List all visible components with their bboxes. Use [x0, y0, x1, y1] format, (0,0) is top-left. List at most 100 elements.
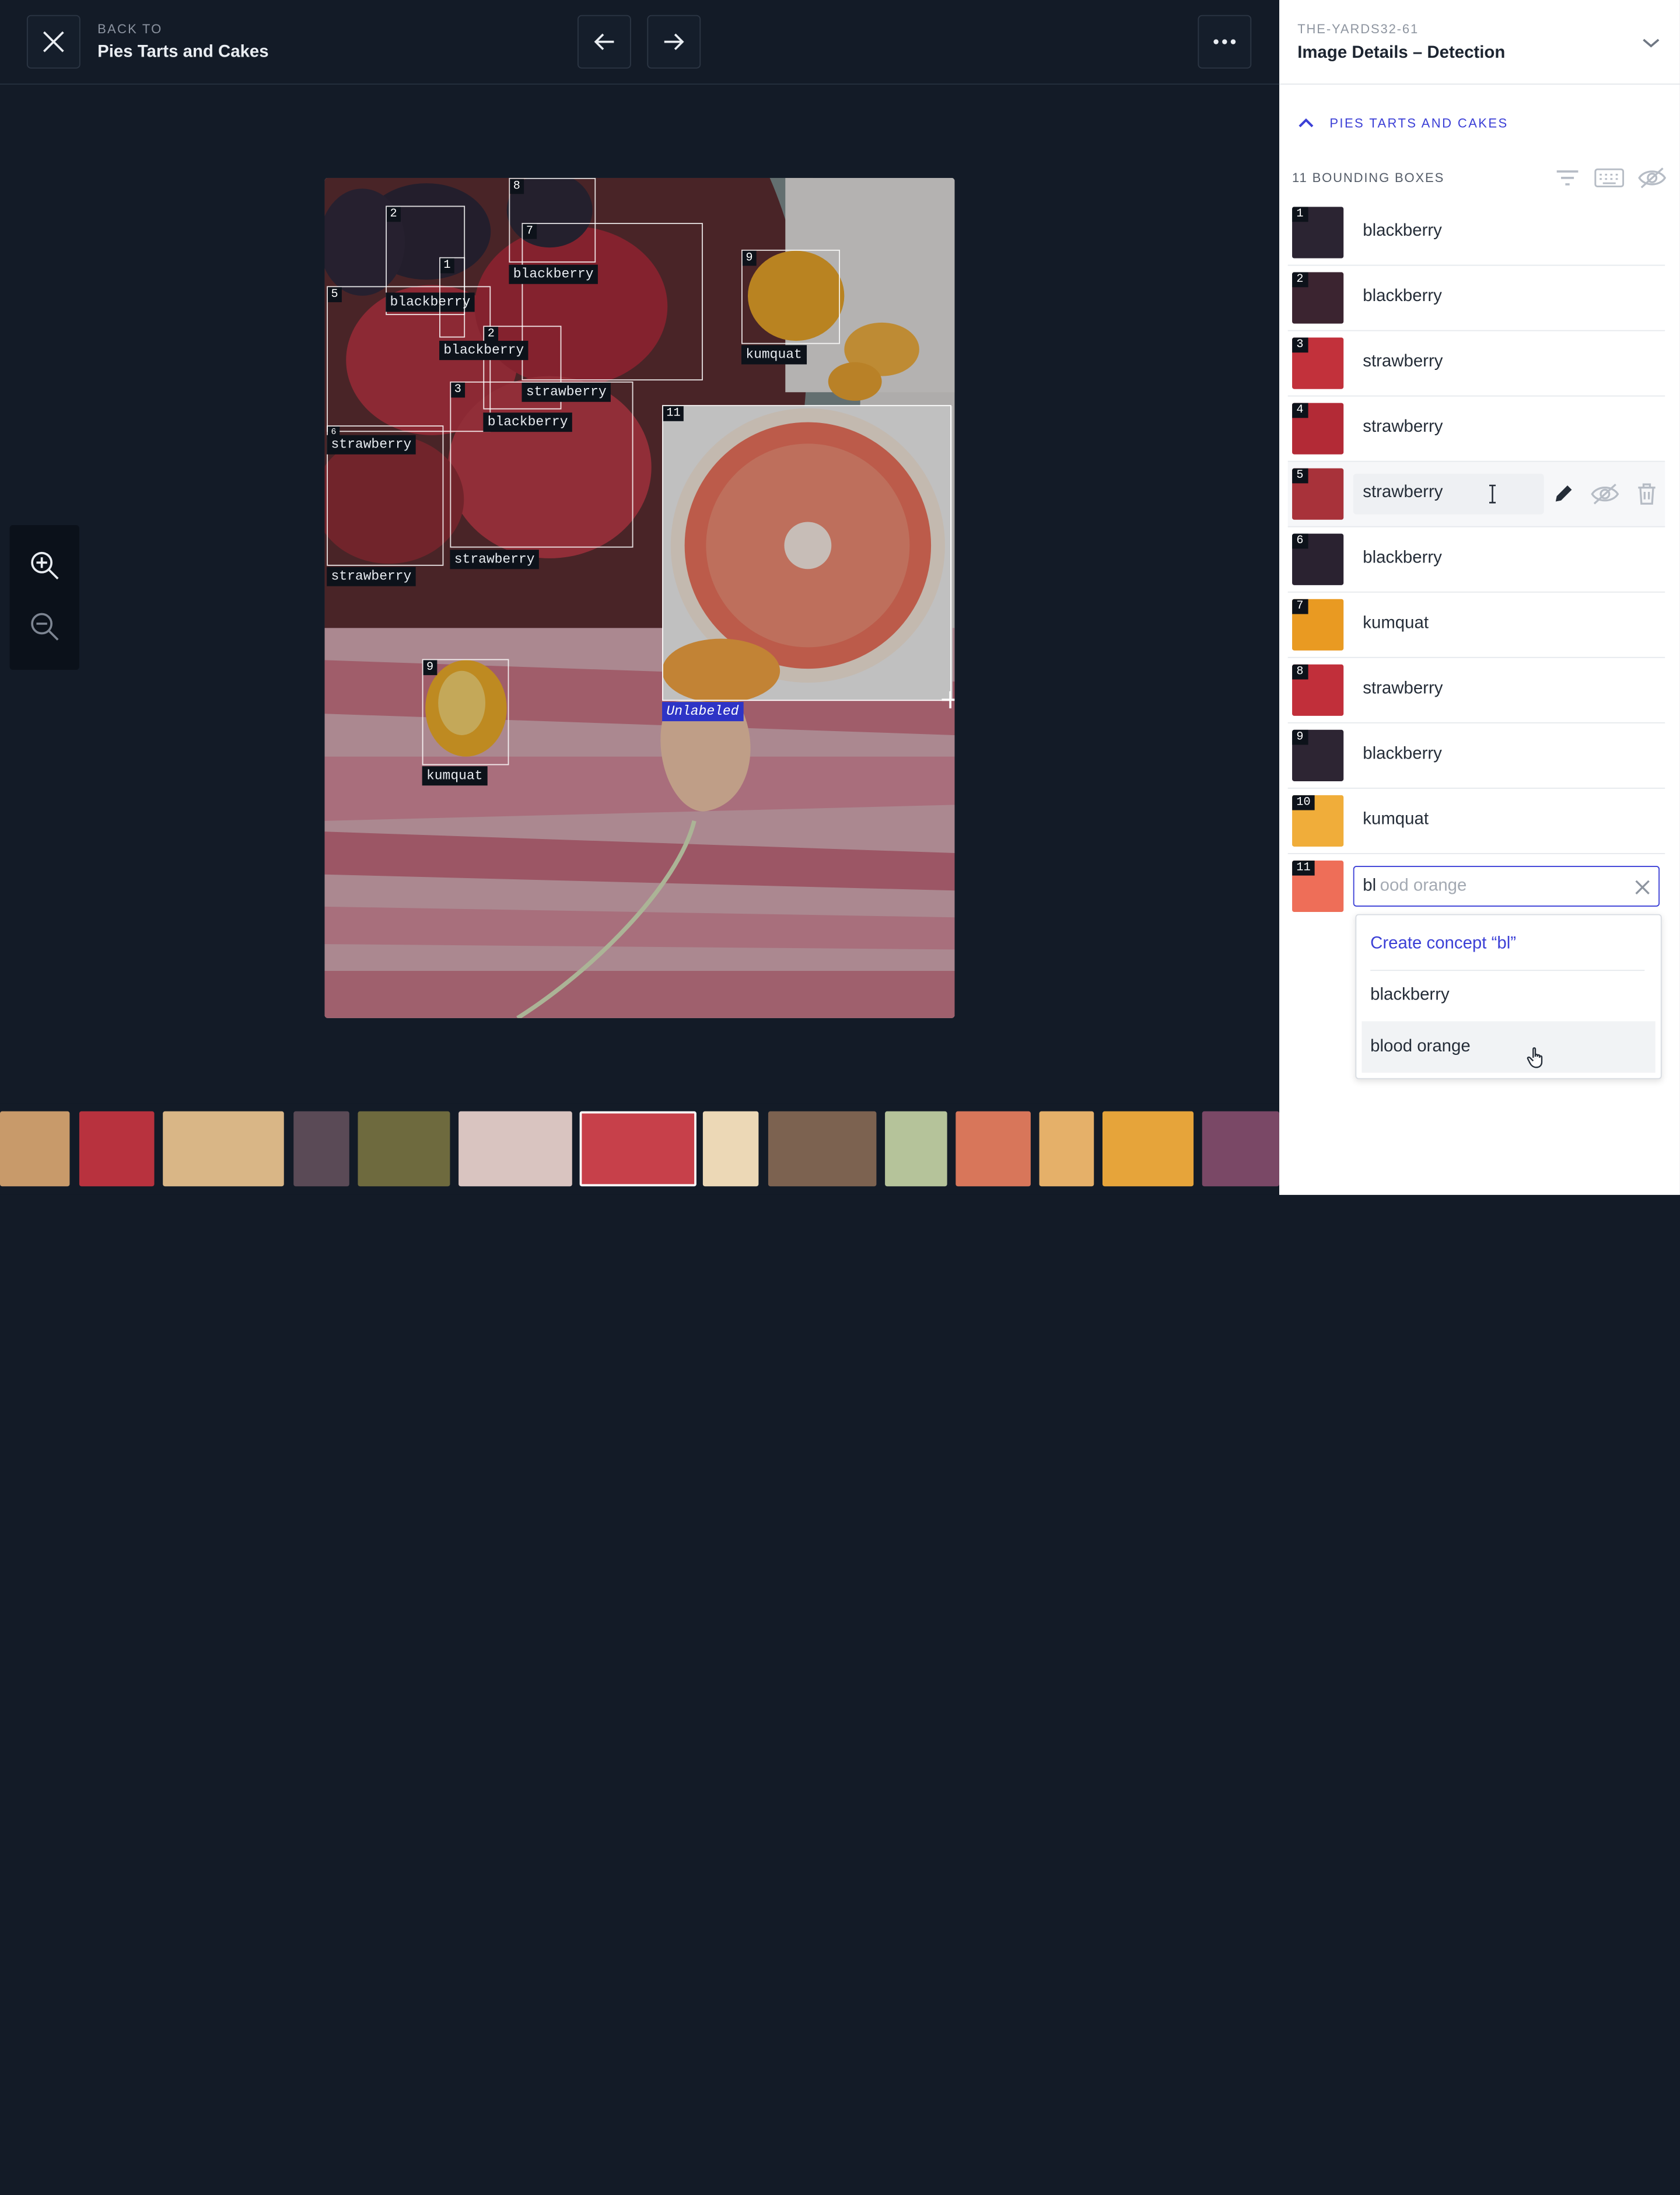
clear-icon[interactable]	[1634, 879, 1651, 896]
image-canvas[interactable]: 2 blackberry 8 7 blackberry 1 5 2 blackb…	[324, 177, 955, 1018]
filmstrip-thumbnail[interactable]	[1202, 1111, 1280, 1187]
bbox-number: 9	[742, 250, 756, 266]
bbox-thumbnail: 3	[1292, 337, 1344, 389]
bbox-label: strawberry	[327, 567, 416, 586]
bbox-item-label: blackberry	[1363, 287, 1442, 306]
bbox-list-item[interactable]: 10 kumquat	[1287, 789, 1665, 854]
typed-text: bl	[1363, 876, 1377, 895]
back-link-title[interactable]: Pies Tarts and Cakes	[97, 43, 268, 62]
filmstrip-thumbnail[interactable]	[702, 1111, 759, 1187]
bbox-3[interactable]: 3	[450, 381, 634, 548]
pencil-icon[interactable]	[1552, 483, 1574, 505]
bbox-item-label: strawberry	[1363, 352, 1443, 371]
section-toggle[interactable]: PIES TARTS AND CAKES	[1297, 116, 1508, 131]
previous-image-button[interactable]	[577, 15, 631, 69]
concept-search-input[interactable]: bl ood orange	[1353, 866, 1660, 907]
bbox-list-item-editing[interactable]: 11 bl ood orange	[1288, 854, 1665, 920]
bbox-label: blackberry	[483, 413, 572, 432]
app: BACK TO Pies Tarts and Cakes 2 blackberr…	[0, 0, 1680, 2195]
close-button[interactable]	[26, 15, 80, 69]
bbox-number: 1	[440, 258, 454, 274]
filmstrip-thumbnail[interactable]	[885, 1111, 947, 1187]
eye-off-icon[interactable]	[1590, 483, 1620, 506]
top-bar: BACK TO Pies Tarts and Cakes	[0, 0, 1280, 85]
bbox-list-item[interactable]: 4 strawberry	[1287, 397, 1665, 462]
arrow-left-icon	[594, 33, 614, 50]
bbox-list-item[interactable]: 9 blackberry	[1287, 723, 1665, 789]
zoom-out-button[interactable]	[28, 610, 62, 644]
bbox-thumbnail: 9	[1292, 729, 1344, 781]
bbox-item-label: blackberry	[1363, 548, 1442, 567]
section-title: PIES TARTS AND CAKES	[1329, 116, 1508, 131]
filmstrip-thumbnail[interactable]	[459, 1111, 572, 1187]
zoom-in-button[interactable]	[28, 548, 62, 583]
bbox-9[interactable]: 9	[741, 249, 840, 344]
bbox-list-item[interactable]: 8 strawberry	[1287, 658, 1665, 723]
dataset-id: THE-YARDS32-61	[1297, 21, 1419, 37]
bbox-list-item[interactable]: 7 kumquat	[1287, 593, 1665, 658]
bbox-list-item[interactable]: 1 blackberry	[1287, 200, 1665, 266]
bbox-label: kumquat	[422, 766, 487, 786]
filmstrip-thumbnail[interactable]	[1102, 1111, 1194, 1187]
concept-dropdown: Create concept “bl” blackberry blood ora…	[1355, 914, 1662, 1079]
bbox-list-item[interactable]: 6 blackberry	[1287, 527, 1665, 593]
chevron-down-icon[interactable]	[1642, 36, 1661, 49]
keyboard-icon[interactable]	[1594, 168, 1625, 188]
bbox-number: 2	[387, 207, 401, 222]
more-options-button[interactable]	[1198, 15, 1252, 69]
bbox-label: strawberry	[450, 550, 539, 569]
panel-header: THE-YARDS32-61 Image Details – Detection	[1279, 0, 1680, 85]
filmstrip-thumbnail[interactable]	[0, 1111, 70, 1187]
bbox-list-item[interactable]: 2 blackberry	[1287, 266, 1665, 331]
chevron-up-icon	[1298, 118, 1314, 128]
filmstrip-thumbnail[interactable]	[956, 1111, 1031, 1187]
bounding-box-count: 11 BOUNDING BOXES	[1292, 170, 1445, 186]
bbox-number: 11	[663, 406, 684, 421]
zoom-controls	[9, 525, 79, 670]
filter-icon[interactable]	[1556, 168, 1579, 187]
bbox-list-item-hovered[interactable]: 5 strawberry	[1287, 462, 1665, 527]
dropdown-option-hover[interactable]: blood orange	[1362, 1021, 1656, 1073]
bbox-label: blackberry	[509, 264, 598, 284]
bbox-thumbnail: 1	[1292, 207, 1344, 258]
eye-off-icon[interactable]	[1637, 166, 1667, 190]
dropdown-option[interactable]: blackberry	[1370, 986, 1450, 1005]
crosshair-cursor-icon	[942, 691, 955, 709]
bbox-item-label: kumquat	[1363, 614, 1429, 632]
text-cursor-icon	[1489, 484, 1496, 504]
filmstrip-thumbnail[interactable]	[79, 1111, 155, 1187]
next-image-button[interactable]	[647, 15, 701, 69]
bbox-label: strawberry	[327, 435, 416, 455]
workspace: BACK TO Pies Tarts and Cakes 2 blackberr…	[0, 0, 1280, 1195]
filmstrip-thumbnail[interactable]	[358, 1111, 450, 1187]
arrow-right-icon	[664, 33, 684, 50]
bbox-number: 3	[451, 382, 465, 398]
bbox-item-label: strawberry	[1363, 418, 1443, 436]
more-icon	[1213, 39, 1236, 44]
bbox-list-item[interactable]: 3 strawberry	[1287, 331, 1665, 397]
filmstrip	[0, 1103, 1280, 1195]
bbox-thumbnail: 8	[1292, 664, 1344, 716]
back-to-label: BACK TO	[97, 21, 163, 37]
trash-icon[interactable]	[1636, 483, 1658, 506]
close-icon	[43, 31, 64, 53]
filmstrip-thumbnail[interactable]	[293, 1111, 349, 1187]
bbox-11-active[interactable]: 11	[662, 405, 951, 701]
bbox-thumbnail: 5	[1292, 468, 1344, 520]
bbox-label: blackberry	[439, 341, 528, 361]
panel-title: Image Details – Detection	[1297, 44, 1506, 62]
bbox-item-label: strawberry	[1363, 679, 1443, 698]
bbox-number: 8	[510, 179, 524, 194]
bbox-label: kumquat	[741, 345, 807, 365]
autocomplete-hint: ood orange	[1380, 876, 1467, 895]
bbox-item-label: blackberry	[1363, 222, 1442, 240]
create-concept-option[interactable]: Create concept “bl”	[1370, 935, 1516, 954]
filmstrip-thumbnail-selected[interactable]	[579, 1111, 696, 1187]
bbox-9b[interactable]: 9	[422, 659, 509, 766]
filmstrip-thumbnail[interactable]	[1039, 1111, 1094, 1187]
filmstrip-thumbnail[interactable]	[163, 1111, 284, 1187]
bbox-item-label: blackberry	[1363, 745, 1442, 763]
bbox-number: 7	[523, 223, 537, 239]
filmstrip-thumbnail[interactable]	[768, 1111, 877, 1187]
bbox-thumbnail: 7	[1292, 599, 1344, 651]
